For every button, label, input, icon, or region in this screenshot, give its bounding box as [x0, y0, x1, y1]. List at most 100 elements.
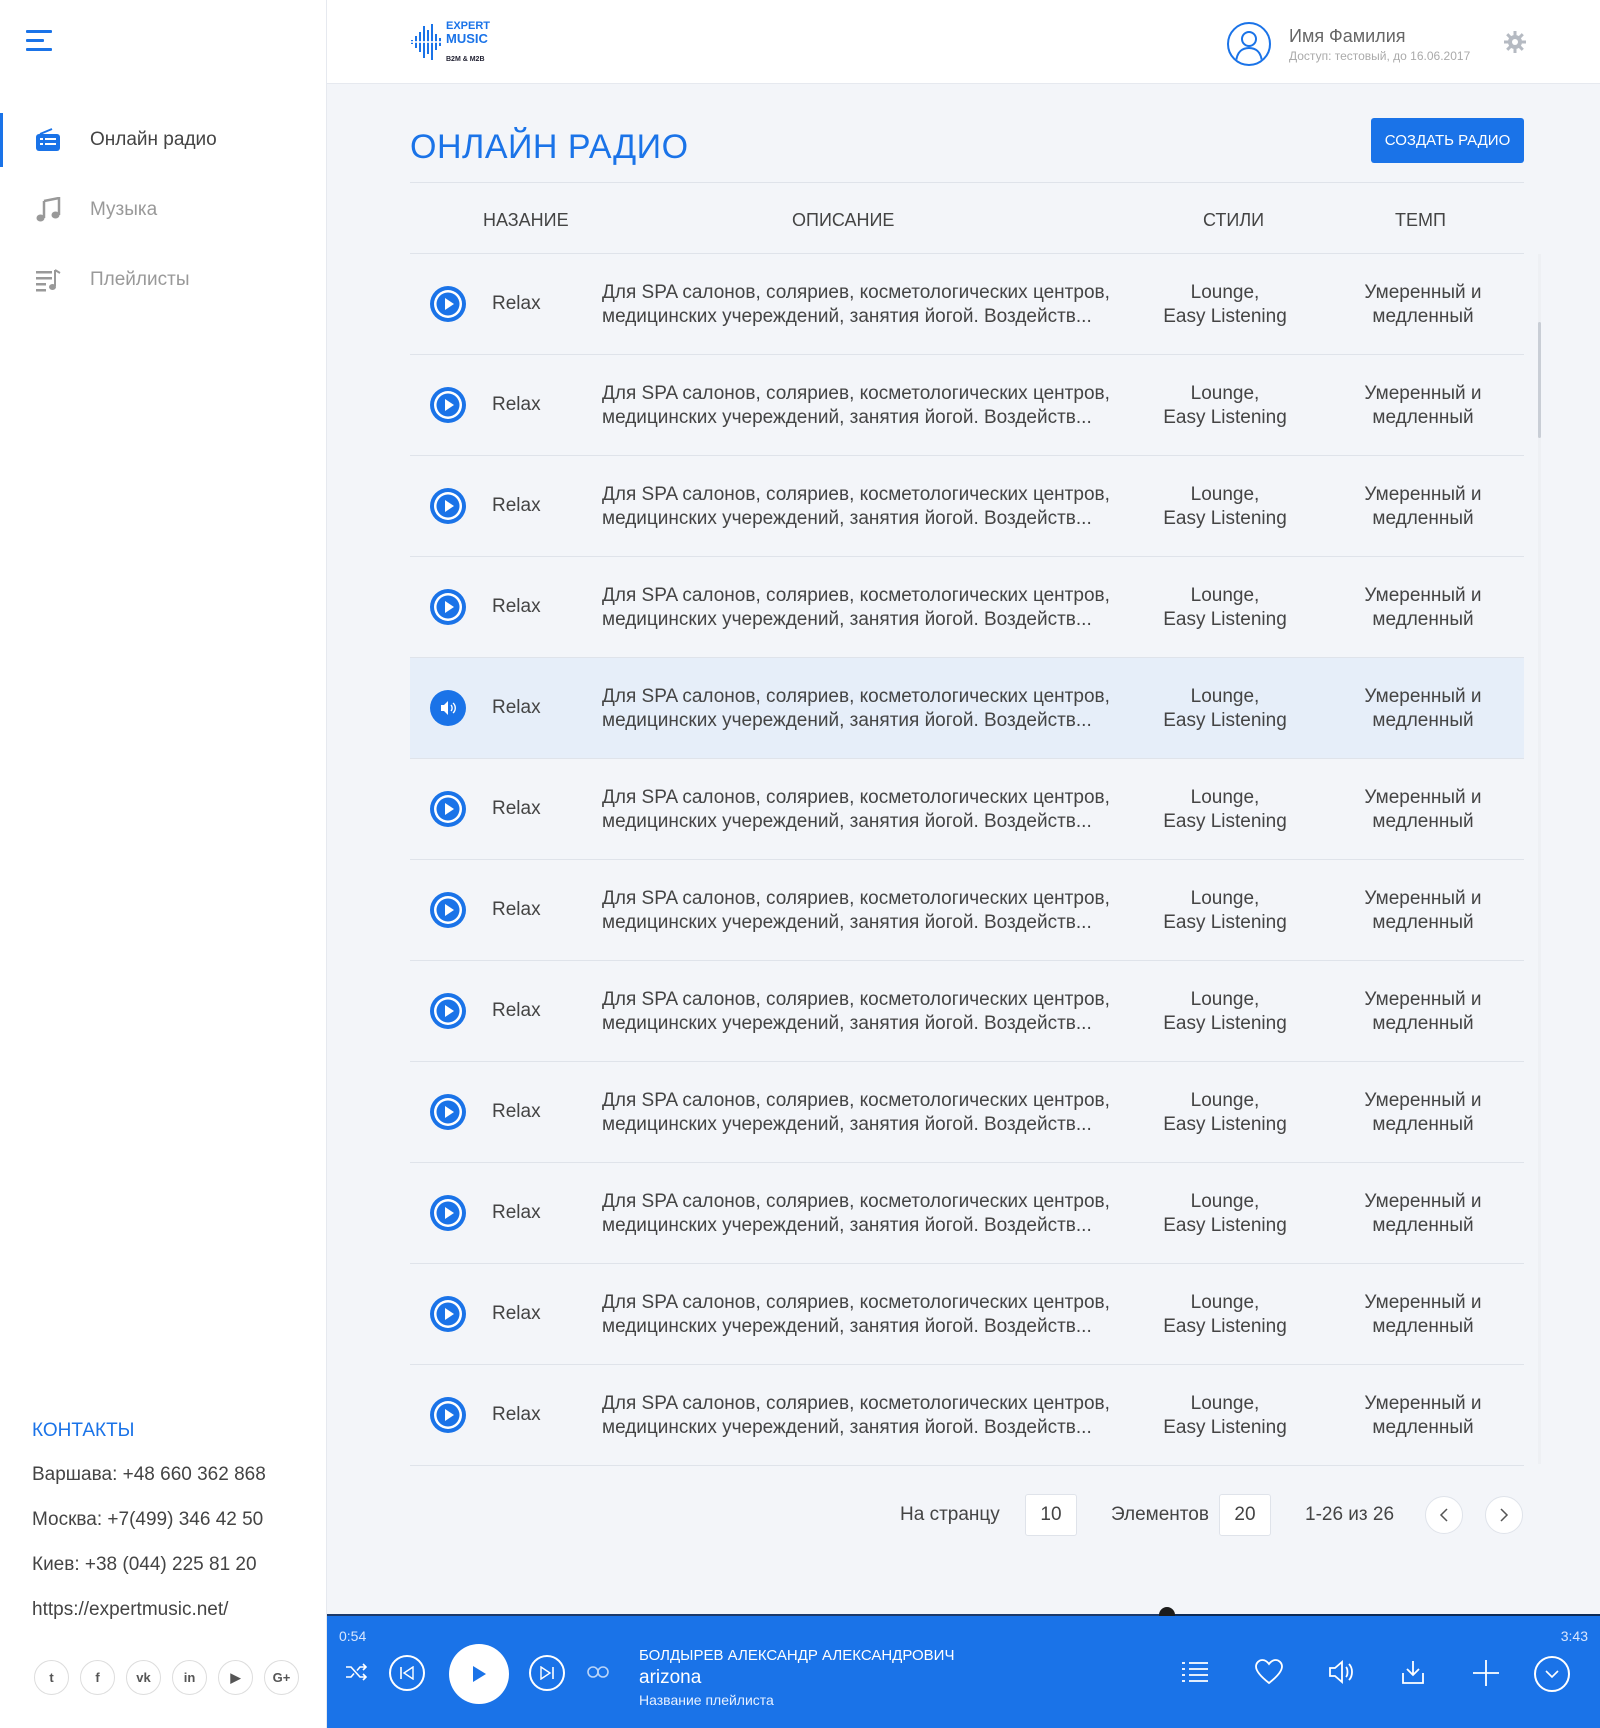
radio-styles: Lounge, Easy Listening — [1163, 383, 1287, 428]
column-header-name[interactable]: НАЗАНИЕ — [483, 210, 569, 231]
row-play-button[interactable] — [430, 1094, 466, 1130]
table-row[interactable]: Relax Для SPA салонов, соляриев, косметол… — [410, 557, 1524, 658]
row-play-button[interactable] — [430, 892, 466, 928]
next-track-button[interactable] — [529, 1655, 565, 1691]
radio-list: Relax Для SPA салонов, соляриев, косметол… — [410, 254, 1524, 1466]
radio-name: Relax — [492, 1303, 541, 1324]
radio-tempo: Умеренный и медленный — [1364, 989, 1482, 1034]
sidebar-item-label: Плейлисты — [90, 269, 190, 290]
vk-icon[interactable]: vk — [126, 1660, 161, 1695]
play-button[interactable] — [449, 1644, 509, 1704]
radio-description: Для SPA салонов, соляриев, косметологиче… — [602, 1191, 1110, 1236]
table-row[interactable]: Relax Для SPA салонов, соляриев, косметол… — [410, 1365, 1524, 1466]
table-row[interactable]: Relax Для SPA салонов, соляриев, косметол… — [410, 456, 1524, 557]
twitter-icon[interactable]: t — [34, 1660, 69, 1695]
radio-tempo: Умеренный и медленный — [1364, 585, 1482, 630]
row-play-button[interactable] — [430, 286, 466, 322]
music-note-icon — [34, 196, 62, 224]
radio-description: Для SPA салонов, соляриев, косметологиче… — [602, 282, 1110, 327]
row-play-button[interactable] — [430, 993, 466, 1029]
radio-description: Для SPA салонов, соляриев, косметологиче… — [602, 989, 1110, 1034]
repeat-icon[interactable] — [585, 1660, 611, 1684]
row-play-button[interactable] — [430, 488, 466, 524]
play-icon — [434, 795, 462, 823]
heart-icon[interactable] — [1254, 1658, 1284, 1686]
row-play-button[interactable] — [430, 387, 466, 423]
play-icon — [434, 1098, 462, 1126]
sidebar-item-online-radio[interactable]: Онлайн радио — [0, 105, 327, 175]
radio-styles: Lounge, Easy Listening — [1163, 1292, 1287, 1337]
volume-icon[interactable] — [1326, 1658, 1356, 1686]
total-time: 3:43 — [1560, 1628, 1588, 1644]
play-icon — [434, 290, 462, 318]
table-header: НАЗАНИЕ ОПИСАНИЕ СТИЛИ ТЕМП — [410, 198, 1524, 254]
table-row[interactable]: Relax Для SPA салонов, соляриев, косметол… — [410, 961, 1524, 1062]
google-plus-icon[interactable]: G+ — [264, 1660, 299, 1695]
radio-description: Для SPA салонов, соляриев, косметологиче… — [602, 686, 1110, 731]
table-row[interactable]: Relax Для SPA салонов, соляриев, косметол… — [410, 658, 1524, 759]
radio-styles: Lounge, Easy Listening — [1163, 989, 1287, 1034]
table-row[interactable]: Relax Для SPA салонов, соляриев, косметол… — [410, 1264, 1524, 1365]
radio-description: Для SPA салонов, соляриев, косметологиче… — [602, 484, 1110, 529]
track-playlist[interactable]: Название плейлиста — [639, 1692, 774, 1708]
add-icon[interactable] — [1471, 1658, 1501, 1688]
queue-list-icon[interactable] — [1180, 1658, 1210, 1686]
menu-icon[interactable] — [26, 30, 54, 52]
table-row[interactable]: Relax Для SPA салонов, соляриев, косметол… — [410, 1163, 1524, 1264]
sidebar-item-playlists[interactable]: Плейлисты — [0, 245, 327, 315]
row-play-button[interactable] — [430, 1397, 466, 1433]
table-row[interactable]: Relax Для SPA салонов, соляриев, косметол… — [410, 759, 1524, 860]
chevron-left-icon — [1439, 1508, 1448, 1522]
play-icon — [473, 1666, 486, 1682]
sidebar: Онлайн радио Музыка Плейлисты КОНТАКТЫ В… — [0, 0, 327, 1728]
gear-icon[interactable] — [1503, 30, 1527, 54]
sidebar-nav: Онлайн радио Музыка Плейлисты — [0, 105, 327, 315]
page-title: ОНЛАЙН РАДИО — [410, 128, 689, 166]
row-play-button[interactable] — [430, 1296, 466, 1332]
radio-description: Для SPA салонов, соляриев, косметологиче… — [602, 1090, 1110, 1135]
table-row[interactable]: Relax Для SPA салонов, соляриев, косметол… — [410, 1062, 1524, 1163]
create-radio-button[interactable]: СОЗДАТЬ РАДИО — [1371, 118, 1524, 163]
radio-name: Relax — [492, 798, 541, 819]
play-icon — [434, 593, 462, 621]
table-row[interactable]: Relax Для SPA салонов, соляриев, косметол… — [410, 254, 1524, 355]
column-header-styles[interactable]: СТИЛИ — [1203, 210, 1264, 231]
play-icon — [434, 896, 462, 924]
radio-name: Relax — [492, 1101, 541, 1122]
facebook-icon[interactable]: f — [80, 1660, 115, 1695]
per-page-input[interactable]: 10 — [1025, 1494, 1077, 1536]
previous-track-button[interactable] — [389, 1655, 425, 1691]
row-play-button[interactable] — [430, 791, 466, 827]
shuffle-icon[interactable] — [343, 1658, 371, 1686]
radio-tempo: Умеренный и медленный — [1364, 1191, 1482, 1236]
sidebar-item-music[interactable]: Музыка — [0, 175, 327, 245]
website-link[interactable]: https://expertmusic.net/ — [32, 1599, 312, 1621]
sidebar-item-label: Онлайн радио — [90, 129, 217, 150]
linkedin-icon[interactable]: in — [172, 1660, 207, 1695]
column-header-tempo[interactable]: ТЕМП — [1395, 210, 1446, 231]
scrollbar-thumb[interactable] — [1538, 322, 1541, 438]
table-row[interactable]: Relax Для SPA салонов, соляриев, косметол… — [410, 355, 1524, 456]
radio-description: Для SPA салонов, соляриев, косметологиче… — [602, 1292, 1110, 1337]
table-row[interactable]: Relax Для SPA салонов, соляриев, косметол… — [410, 860, 1524, 961]
next-page-button[interactable] — [1485, 1496, 1523, 1534]
youtube-icon[interactable]: ▶ — [218, 1660, 253, 1695]
per-page-label: На странцу — [900, 1504, 1000, 1525]
avatar — [1227, 22, 1271, 66]
prev-page-button[interactable] — [1425, 1496, 1463, 1534]
elements-input[interactable]: 20 — [1219, 1494, 1271, 1536]
download-icon[interactable] — [1399, 1658, 1427, 1686]
column-header-description[interactable]: ОПИСАНИЕ — [792, 210, 894, 231]
radio-description: Для SPA салонов, соляриев, косметологиче… — [602, 1393, 1110, 1438]
logo[interactable]: EXPERT MUSIC B2M & M2B — [409, 18, 491, 68]
row-play-button[interactable] — [430, 589, 466, 625]
collapse-player-button[interactable] — [1534, 1656, 1570, 1692]
row-play-button[interactable] — [430, 1195, 466, 1231]
logo-text: EXPERT MUSIC — [446, 20, 491, 46]
radio-styles: Lounge, Easy Listening — [1163, 282, 1287, 327]
radio-tempo: Умеренный и медленный — [1364, 787, 1482, 832]
play-icon — [434, 1300, 462, 1328]
now-playing-button[interactable] — [430, 690, 466, 726]
play-icon — [434, 1199, 462, 1227]
radio-name: Relax — [492, 596, 541, 617]
